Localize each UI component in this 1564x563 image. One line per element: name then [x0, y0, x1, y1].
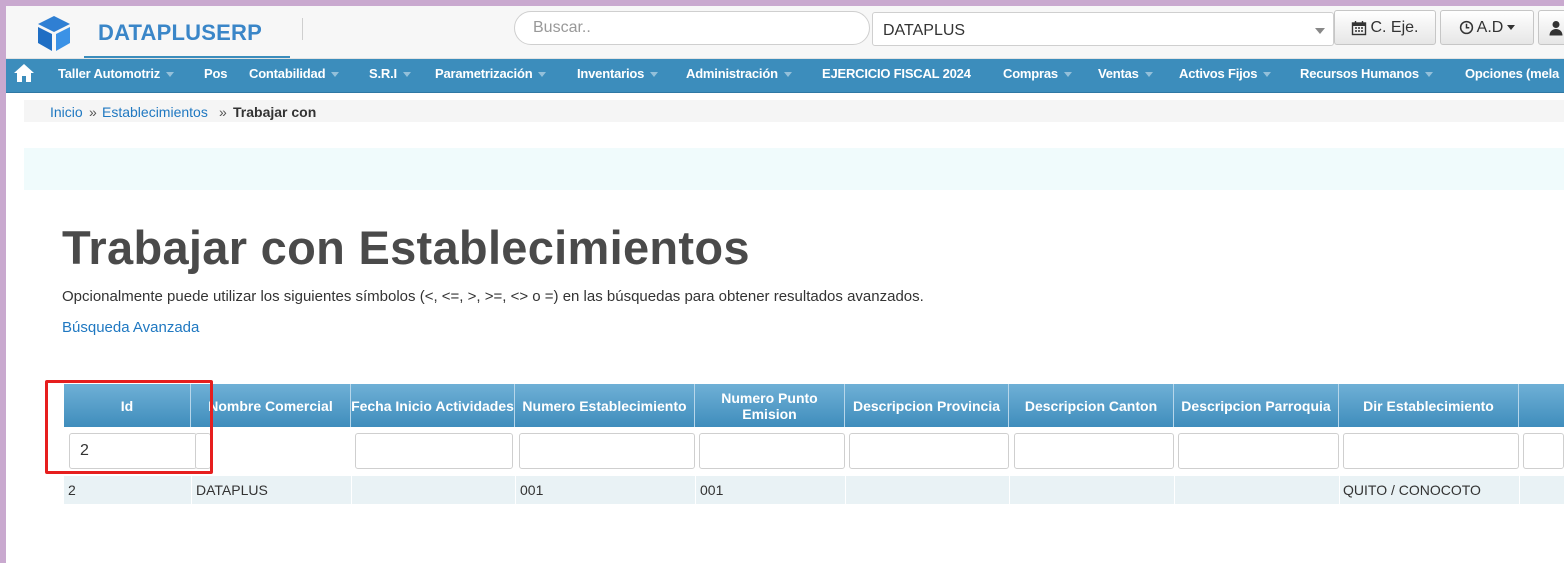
nav-item-inventarios[interactable]: Inventarios [577, 66, 659, 81]
nav-item-taller-automotriz[interactable]: Taller Automotriz [58, 66, 175, 81]
cell-id: 2 [68, 482, 76, 498]
nav-item-ventas[interactable]: Ventas [1098, 66, 1153, 81]
brand-name[interactable]: DATAPLUSERP [98, 20, 262, 46]
header-divider [302, 18, 303, 40]
column-header-nombre-comercial[interactable]: Nombre Comercial [191, 384, 351, 427]
filter-input-extra[interactable] [1523, 433, 1564, 469]
main-nav: Taller Automotriz Pos Contabilidad S.R.I… [6, 59, 1564, 93]
clock-icon [1459, 20, 1473, 35]
breadcrumb: Inicio » Establecimientos » Trabajar con [24, 100, 1564, 122]
top-header: DATAPLUSERP DATAPLUS C. Eje. A.D [6, 6, 1564, 59]
search-input[interactable] [514, 11, 870, 45]
column-header-extra[interactable] [1519, 384, 1564, 427]
breadcrumb-home-link[interactable]: Inicio [50, 104, 83, 120]
breadcrumb-separator: » [219, 104, 227, 120]
info-bar [24, 148, 1564, 190]
cell-numero-establecimiento: 001 [520, 482, 544, 498]
user-menu-button[interactable] [1538, 10, 1564, 45]
fiscal-year-label: C. Eje. [1370, 18, 1419, 36]
breadcrumb-separator: » [89, 104, 97, 120]
cell-dir-establecimiento: QUITO / CONOCOTO [1343, 482, 1481, 498]
filter-input-numero-punto-emision[interactable] [699, 433, 845, 469]
fiscal-year-button[interactable]: C. Eje. [1334, 10, 1436, 45]
home-icon[interactable] [13, 63, 35, 83]
nav-item-administracion[interactable]: Administración [686, 66, 792, 81]
nav-item-pos[interactable]: Pos [204, 66, 227, 81]
advanced-search-link[interactable]: Búsqueda Avanzada [62, 319, 199, 336]
column-header-descripcion-parroquia[interactable]: Descripcion Parroquia [1174, 384, 1339, 427]
nav-item-activos-fijos[interactable]: Activos Fijos [1179, 66, 1272, 81]
column-header-numero-punto-emision[interactable]: Numero Punto Emision [695, 384, 845, 427]
results-grid: Id Nombre Comercial Fecha Inicio Activid… [64, 384, 1564, 504]
user-icon [1549, 20, 1563, 35]
company-select-value: DATAPLUS [883, 22, 966, 39]
filter-input-descripcion-provincia[interactable] [849, 433, 1009, 469]
caret-down-icon [1507, 25, 1516, 30]
filter-input-numero-establecimiento[interactable] [519, 433, 695, 469]
highlight-annotation-box [45, 380, 213, 474]
column-header-descripcion-provincia[interactable]: Descripcion Provincia [845, 384, 1009, 427]
search-hint-text: Opcionalmente puede utilizar los siguien… [62, 288, 924, 305]
ad-menu-button[interactable]: A.D [1440, 10, 1534, 45]
filter-input-fecha-inicio[interactable] [355, 433, 513, 469]
company-select[interactable]: DATAPLUS [872, 12, 1334, 46]
nav-item-sri[interactable]: S.R.I [369, 66, 411, 81]
filter-input-dir-establecimiento[interactable] [1343, 433, 1519, 469]
chevron-down-icon [1315, 28, 1325, 34]
page-title: Trabajar con Establecimientos [62, 221, 750, 274]
table-row[interactable]: 2 DATAPLUS 001 001 QUITO / CONOCOTO [64, 476, 1564, 504]
cell-nombre-comercial: DATAPLUS [196, 482, 268, 498]
ad-menu-label: A.D [1476, 18, 1504, 36]
filter-input-descripcion-parroquia[interactable] [1178, 433, 1339, 469]
cube-logo-icon [38, 16, 70, 51]
nav-item-contabilidad[interactable]: Contabilidad [249, 66, 340, 81]
column-header-fecha-inicio[interactable]: Fecha Inicio Actividades [351, 384, 515, 427]
nav-item-ejercicio-fiscal[interactable]: EJERCICIO FISCAL 2024 [822, 66, 971, 81]
nav-item-parametrizacion[interactable]: Parametrización [435, 66, 547, 81]
calendar-icon [1352, 20, 1367, 35]
nav-item-recursos-humanos[interactable]: Recursos Humanos [1300, 66, 1433, 81]
nav-item-opciones[interactable]: Opciones (mela [1465, 66, 1559, 81]
column-header-descripcion-canton[interactable]: Descripcion Canton [1009, 384, 1174, 427]
column-header-dir-establecimiento[interactable]: Dir Establecimiento [1339, 384, 1519, 427]
breadcrumb-section-link[interactable]: Establecimientos [102, 104, 208, 120]
breadcrumb-current: Trabajar con [233, 104, 317, 120]
cell-numero-punto-emision: 001 [700, 482, 724, 498]
nav-item-compras[interactable]: Compras [1003, 66, 1072, 81]
filter-input-descripcion-canton[interactable] [1014, 433, 1174, 469]
column-header-numero-establecimiento[interactable]: Numero Establecimiento [515, 384, 695, 427]
